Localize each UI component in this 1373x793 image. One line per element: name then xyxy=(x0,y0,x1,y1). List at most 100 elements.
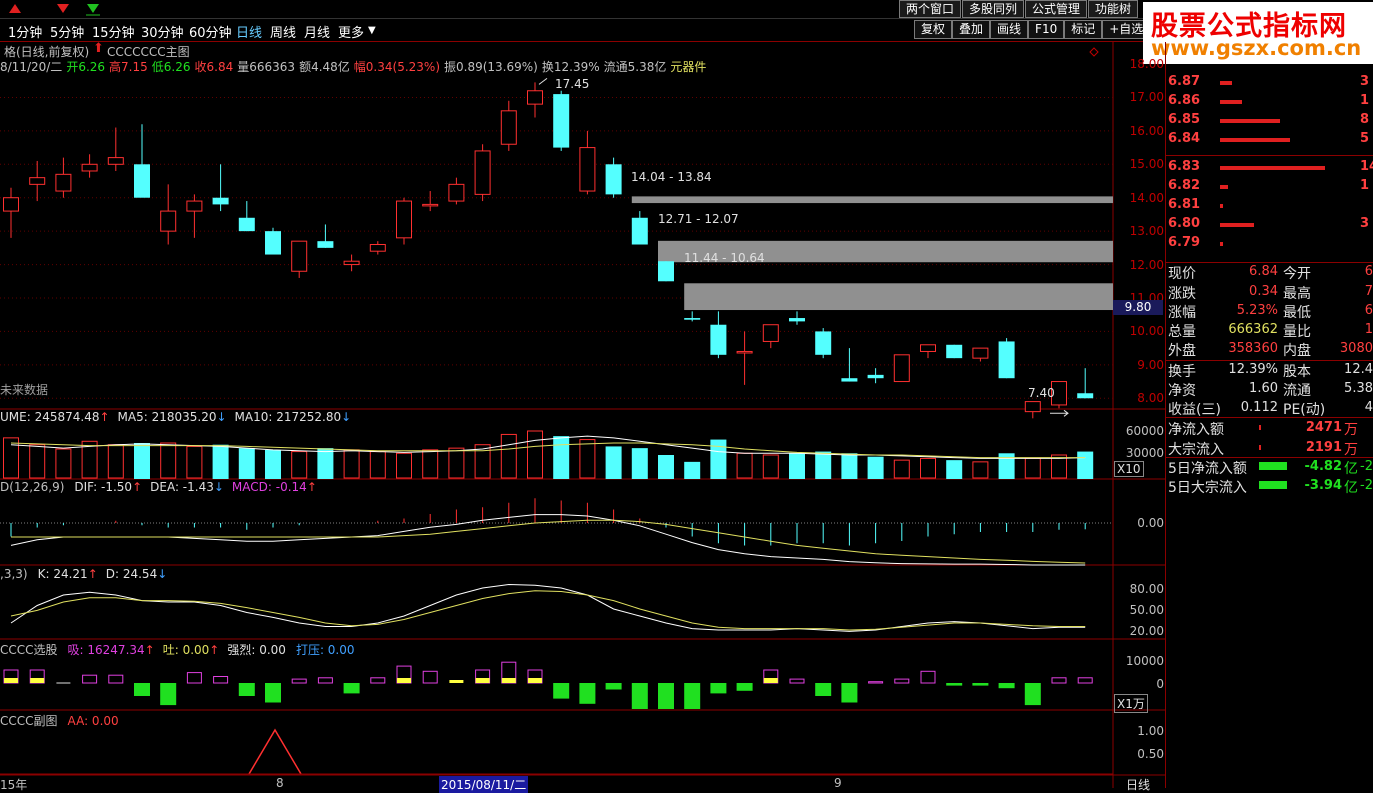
price-axis-label: 9.00 xyxy=(1137,357,1164,372)
quote-value: 666362 xyxy=(1228,322,1278,337)
volume-bar xyxy=(107,444,124,479)
arrow-up-red-icon xyxy=(9,4,21,13)
formula-manager-button[interactable]: 公式管理 xyxy=(1024,0,1087,18)
period-weekly[interactable]: 周线 xyxy=(270,22,296,41)
quote-value-2: 1 xyxy=(1364,322,1373,337)
more-dropdown-icon[interactable]: ▼ xyxy=(368,25,376,36)
candle-body xyxy=(527,90,543,105)
orderbook-price[interactable]: 6.86 xyxy=(1168,93,1200,108)
orderbook-volume-bar xyxy=(1220,204,1223,208)
panel-divider-4 xyxy=(1166,457,1373,458)
orderbook-volume: 3 xyxy=(1360,216,1370,231)
flow-value: -3.94 xyxy=(1304,478,1342,493)
orderbook-volume-bar xyxy=(1220,242,1223,246)
period-30min[interactable]: 30分钟 xyxy=(141,22,184,41)
orderbook-price[interactable]: 6.80 xyxy=(1168,216,1200,231)
orderbook-volume-bar xyxy=(1220,81,1232,85)
cccc-field-0: CCCC选股 xyxy=(0,643,58,657)
vol-axis-60000: 60000 xyxy=(1125,424,1164,438)
cccc-green-bar xyxy=(684,683,701,709)
cccc-field-1: 吸: 16247.34 xyxy=(67,643,145,657)
flow-unit: 亿 xyxy=(1344,480,1358,496)
orderbook-price[interactable]: 6.82 xyxy=(1168,178,1200,193)
mark-button[interactable]: 标记 xyxy=(1064,20,1103,39)
candle-body xyxy=(1024,401,1041,413)
resistance-zone-3 xyxy=(684,283,1113,311)
period-monthly[interactable]: 月线 xyxy=(304,22,330,41)
draw-line-button[interactable]: 画线 xyxy=(990,20,1029,39)
quote-label: 涨幅 xyxy=(1168,305,1196,321)
volume-bar xyxy=(186,445,203,479)
scroll-down-green-button[interactable] xyxy=(82,1,104,16)
candle-body xyxy=(893,354,910,383)
orderbook-price[interactable]: 6.85 xyxy=(1168,112,1200,127)
quote-label: 净资 xyxy=(1168,383,1196,399)
multi-stock-button[interactable]: 多股同列 xyxy=(961,0,1024,18)
function-tree-button[interactable]: 功能树 xyxy=(1087,0,1138,18)
orderbook-price[interactable]: 6.84 xyxy=(1168,131,1200,146)
f10-button[interactable]: F10 xyxy=(1028,20,1065,39)
orderbook-volume-bar xyxy=(1220,119,1280,123)
volume-bar xyxy=(867,456,884,479)
orderbook-price[interactable]: 6.81 xyxy=(1168,197,1200,212)
macd-trend-icon: ↑ xyxy=(306,480,317,494)
cccc-yellow-bar xyxy=(397,678,411,683)
quote-label-2: 最低 xyxy=(1283,305,1311,321)
cccc-purple-bar xyxy=(920,670,936,684)
panel-divider-0 xyxy=(1166,155,1373,156)
kd-axis-20: 20.00 xyxy=(1129,624,1164,638)
quote-label: 收益(三) xyxy=(1168,402,1221,418)
candle-body xyxy=(579,147,596,192)
cccc-green-bar xyxy=(605,683,622,690)
period-1min[interactable]: 1分钟 xyxy=(8,22,42,41)
kd-trend-icon: ↑ xyxy=(87,567,98,581)
cccc-green-bar xyxy=(841,683,858,703)
orderbook-price[interactable]: 6.83 xyxy=(1168,159,1200,174)
period-60min[interactable]: 60分钟 xyxy=(189,22,232,41)
orderbook-price[interactable]: 6.79 xyxy=(1168,235,1200,250)
candle-body xyxy=(658,261,674,282)
overlay-button[interactable]: 叠加 xyxy=(952,20,991,39)
candle-body xyxy=(946,344,963,359)
cccc-purple-bar xyxy=(1051,677,1067,684)
scroll-up-red-button[interactable] xyxy=(4,1,26,16)
quote-value: 0.34 xyxy=(1249,284,1278,299)
cccc-purple-bar xyxy=(894,678,910,684)
ohlc-field-7: 幅0.34(5.23%) xyxy=(353,60,441,74)
quote-value-2: 5.38 xyxy=(1344,381,1373,396)
volume-bar xyxy=(396,452,412,479)
orderbook-price[interactable]: 6.87 xyxy=(1168,74,1200,89)
scroll-down-red-button[interactable] xyxy=(52,1,74,16)
period-15min[interactable]: 15分钟 xyxy=(92,22,135,41)
period-5min[interactable]: 5分钟 xyxy=(50,22,84,41)
cccc-green-bar xyxy=(160,683,177,706)
sub-axis-1: 1.00 xyxy=(1137,724,1164,738)
quote-label-2: 股本 xyxy=(1283,364,1311,380)
quote-value-2: 7 xyxy=(1364,284,1373,299)
period-more[interactable]: 更多 xyxy=(338,22,364,41)
two-windows-button[interactable]: 两个窗口 xyxy=(898,0,961,18)
macd-field-0: D(12,26,9) xyxy=(0,480,65,494)
quote-label: 换手 xyxy=(1168,364,1196,380)
candle-body xyxy=(710,324,727,355)
cccc-field-2: 吐: 0.00 xyxy=(162,643,210,657)
cccc-trend-icon: ↑ xyxy=(209,643,220,657)
ohlc-field-2: 高7.15 xyxy=(109,60,148,74)
volume-bar xyxy=(815,451,832,479)
cccc-purple-bar xyxy=(370,677,386,684)
volume-bar xyxy=(500,433,517,479)
candle-body xyxy=(631,217,648,245)
volume-bar xyxy=(212,444,229,479)
candle-body xyxy=(343,260,360,266)
cccc-yellow-bar xyxy=(4,678,18,683)
cccc-green-bar xyxy=(238,683,255,696)
quote-label: 涨跌 xyxy=(1168,286,1196,302)
zone-label-2: 12.71 - 12.07 xyxy=(658,212,739,226)
restore-rights-button[interactable]: 复权 xyxy=(914,20,953,39)
price-axis-label: 13.00 xyxy=(1129,224,1164,239)
cccc-unit-badge: X1万 xyxy=(1114,694,1148,713)
quote-label-2: PE(动) xyxy=(1283,402,1326,418)
volume-bar xyxy=(893,459,910,479)
period-daily[interactable]: 日线 xyxy=(236,22,262,41)
macd-field-3: MACD: -0.14 xyxy=(231,480,307,494)
